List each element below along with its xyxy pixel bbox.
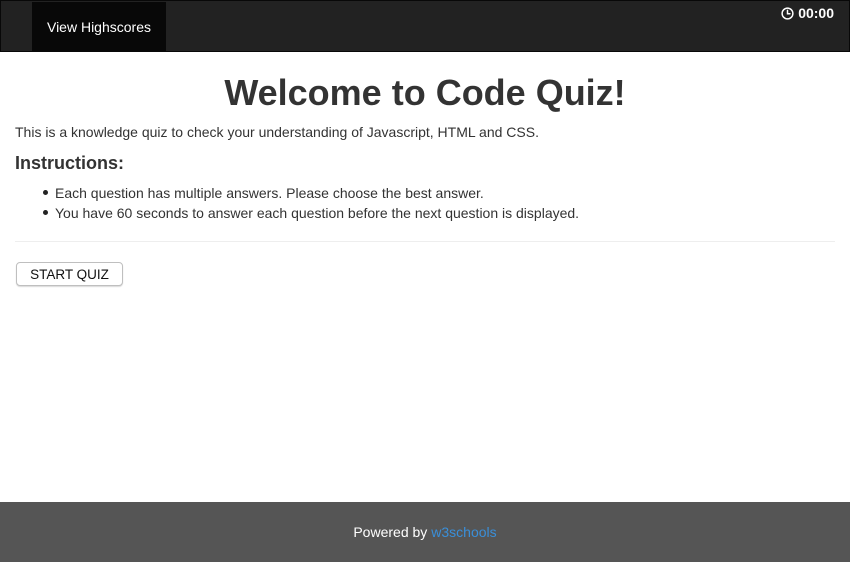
navbar: View Highscores 00:00 bbox=[0, 0, 850, 52]
w3schools-link[interactable]: w3schools bbox=[431, 524, 496, 540]
instructions-heading: Instructions: bbox=[15, 153, 125, 173]
instructions-list: Each question has multiple answers. Plea… bbox=[15, 183, 579, 223]
timer-value: 00:00 bbox=[798, 5, 834, 21]
start-quiz-button[interactable]: START QUIZ bbox=[16, 262, 123, 286]
divider bbox=[15, 241, 835, 242]
footer: Powered by w3schools bbox=[0, 502, 850, 562]
timer: 00:00 bbox=[781, 5, 834, 21]
page-title: Welcome to Code Quiz! bbox=[224, 72, 626, 113]
clock-icon bbox=[781, 6, 794, 20]
instruction-item: You have 60 seconds to answer each quest… bbox=[15, 203, 579, 223]
view-highscores-link[interactable]: View Highscores bbox=[32, 2, 166, 51]
view-highscores-label: View Highscores bbox=[46, 18, 151, 35]
footer-prefix: Powered by bbox=[353, 524, 428, 540]
intro-text: This is a knowledge quiz to check your u… bbox=[15, 124, 539, 140]
instruction-item: Each question has multiple answers. Plea… bbox=[15, 183, 579, 203]
